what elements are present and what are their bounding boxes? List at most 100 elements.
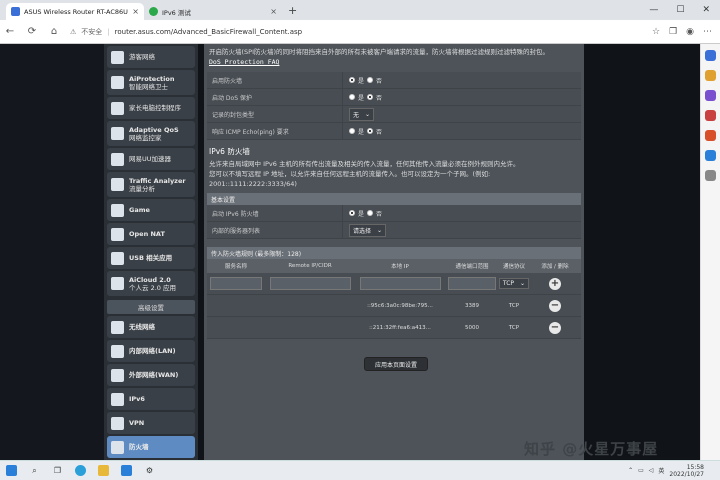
office-icon[interactable] xyxy=(705,130,716,141)
local-ip-input[interactable] xyxy=(359,277,441,290)
remote-ip-input[interactable] xyxy=(269,277,351,290)
chevron-down-icon: ⌄ xyxy=(377,226,383,234)
menu-item-text: USB 相关应用 xyxy=(129,254,172,262)
menu-item-2[interactable]: 家长电脑控制程序 xyxy=(107,97,195,119)
delete-rule-icon[interactable]: − xyxy=(549,321,561,334)
menu-item-5[interactable]: Traffic Analyzer 流量分析 xyxy=(107,172,195,197)
protocol-select[interactable]: TCP ⌄ xyxy=(498,278,530,289)
tab-asus-router[interactable]: ASUS Wireless Router RT-AC86U × xyxy=(6,3,144,20)
apply-button[interactable]: 应用本页面设置 xyxy=(364,357,428,371)
menu-item-subtitle: 智能网络卫士 xyxy=(129,82,168,91)
refresh-icon[interactable]: ⟳ xyxy=(26,26,38,37)
add-rule-icon[interactable]: + xyxy=(549,277,561,290)
browser-toolbar: ☆ ❐ ◉ ⋯ xyxy=(652,27,720,37)
radio-yes[interactable] xyxy=(349,210,355,216)
radio-no[interactable] xyxy=(367,94,374,100)
new-tab-button[interactable]: + xyxy=(282,4,303,20)
menu-item-text: 家长电脑控制程序 xyxy=(129,104,181,112)
setting-label: 启动 DoS 保护 xyxy=(207,89,343,105)
menu-item-6[interactable]: Game xyxy=(107,199,195,221)
sidebar-item-wan[interactable]: 外部网络(WAN) xyxy=(107,364,195,386)
radio-no[interactable] xyxy=(367,210,374,216)
setting-select[interactable]: 请选择 ⌄ xyxy=(349,223,387,237)
sidebar-item-ipv6[interactable]: IPv6 xyxy=(107,388,195,410)
basic-settings-header: 基本设置 xyxy=(207,193,581,205)
service-name-input[interactable] xyxy=(209,277,263,290)
menu-item-9[interactable]: AiCloud 2.0 个人云 2.0 应用 xyxy=(107,271,195,296)
star-icon[interactable]: ☆ xyxy=(652,27,660,37)
col-port-range: 通信端口范围 xyxy=(455,264,489,270)
shopping-icon[interactable] xyxy=(705,70,716,81)
profile-icon[interactable]: ◉ xyxy=(686,27,694,37)
delete-rule-icon[interactable]: − xyxy=(549,299,561,312)
url-field[interactable]: ⚠ 不安全 | router.asus.com/Advanced_BasicFi… xyxy=(70,27,642,37)
setting-label: 内部的服务器列表 xyxy=(207,222,343,238)
port-range-input[interactable] xyxy=(447,277,497,290)
start-icon[interactable] xyxy=(6,465,17,476)
menu-item-4[interactable]: 网易UU加速器 xyxy=(107,148,195,170)
menu-item-text: Game xyxy=(129,206,150,214)
collections-icon[interactable]: ❐ xyxy=(669,27,677,37)
menu-item-1[interactable]: AiProtection 智能网络卫士 xyxy=(107,70,195,95)
setting-label: 启动 IPv6 防火墙 xyxy=(207,205,343,221)
volume-icon[interactable]: ◁ xyxy=(649,467,654,474)
col-local-ip: 本地 IP xyxy=(391,264,409,270)
menu-item-0[interactable]: 游客网络 xyxy=(107,46,195,68)
radio-yes[interactable] xyxy=(349,94,355,100)
sidebar-item-firewall[interactable]: 防火墙 xyxy=(107,436,195,458)
radio-no[interactable] xyxy=(367,128,374,134)
menu-item-subtitle: 家长电脑控制程序 xyxy=(129,104,181,112)
radio-yes[interactable] xyxy=(349,77,355,83)
settings-icon[interactable]: ⚙ xyxy=(144,465,155,476)
input-language[interactable]: 英 xyxy=(658,466,664,475)
setting-value: 是否 xyxy=(343,72,581,88)
chevron-up-icon[interactable]: ⌃ xyxy=(628,467,633,474)
rules-table-header: 服务名称 Remote IP/CIDR 本地 IP 通信端口范围 通信协议 添加… xyxy=(207,259,581,273)
store-icon[interactable] xyxy=(121,465,132,476)
menu-item-8[interactable]: USB 相关应用 xyxy=(107,247,195,269)
tools-icon[interactable] xyxy=(705,90,716,101)
edge-icon[interactable] xyxy=(75,465,86,476)
menu-item-7[interactable]: Open NAT xyxy=(107,223,195,245)
dos-faq-link[interactable]: DoS Protection FAQ xyxy=(209,58,279,66)
radio-no[interactable] xyxy=(367,77,374,83)
parental-icon xyxy=(111,101,124,115)
table-row: ::211:32ff:fea6:a413... 5000 TCP − xyxy=(207,317,581,339)
task-view-icon[interactable]: ❐ xyxy=(52,465,63,476)
menu-item-text: 网易UU加速器 xyxy=(129,155,171,163)
home-icon[interactable]: ⌂ xyxy=(48,26,60,37)
radio-yes[interactable] xyxy=(349,128,355,134)
url-divider: | xyxy=(107,27,110,36)
search-taskbar-icon[interactable]: ⌕ xyxy=(29,465,40,476)
maximize-icon[interactable]: ☐ xyxy=(676,5,684,15)
back-icon[interactable]: ← xyxy=(4,26,16,37)
close-window-icon[interactable]: ✕ xyxy=(702,5,710,15)
tab-ipv6-test[interactable]: IPv6 测试 × xyxy=(144,3,282,20)
network-icon[interactable]: ▭ xyxy=(638,467,644,474)
sidebar-item-vpn[interactable]: VPN xyxy=(107,412,195,434)
more-icon[interactable]: ⋯ xyxy=(703,27,712,37)
minimize-icon[interactable]: — xyxy=(649,5,658,15)
outlook-icon[interactable] xyxy=(705,150,716,161)
sidebar-item-label: VPN xyxy=(129,419,145,427)
close-icon[interactable]: × xyxy=(132,7,139,16)
service-cell xyxy=(207,317,265,338)
close-icon[interactable]: × xyxy=(270,7,277,16)
local-ip-cell: ::95c6:3a0c:98be:795... xyxy=(367,302,433,309)
setting-value: 是否 xyxy=(343,123,581,139)
setting-label: 启用防火墙 xyxy=(207,72,343,88)
setting-select[interactable]: 无 ⌄ xyxy=(349,107,375,121)
clock[interactable]: 15:58 2022/10/27 xyxy=(669,464,704,478)
sidebar-item-wifi[interactable]: 无线网络 xyxy=(107,316,195,338)
protocol-value: TCP xyxy=(502,280,515,287)
setting-value: 是否 xyxy=(343,89,581,105)
radio-no-label: 否 xyxy=(376,77,383,85)
games-icon[interactable] xyxy=(705,110,716,121)
explorer-icon[interactable] xyxy=(98,465,109,476)
add-icon[interactable] xyxy=(705,170,716,181)
menu-item-title: Game xyxy=(129,206,150,214)
sidebar-item-lan[interactable]: 内部网络(LAN) xyxy=(107,340,195,362)
search-icon[interactable] xyxy=(705,50,716,61)
menu-item-3[interactable]: Adaptive QoS 网络监控家 xyxy=(107,121,195,146)
setting-value: 请选择 ⌄ xyxy=(343,222,581,238)
